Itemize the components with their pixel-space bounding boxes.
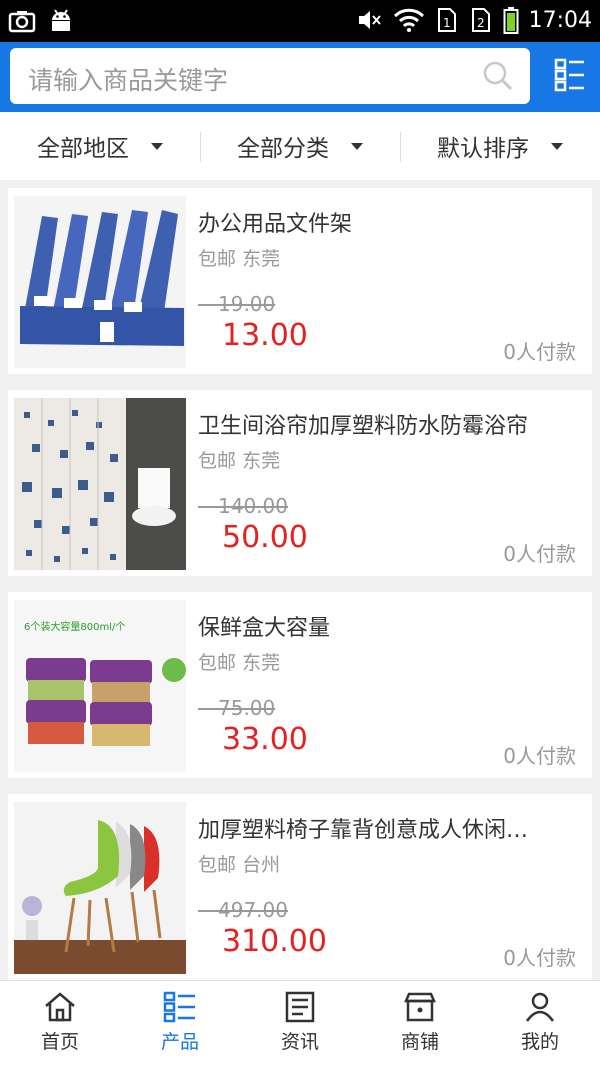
file-rack-image xyxy=(14,196,186,368)
product-title: 加厚塑料椅子靠背创意成人休闲… xyxy=(198,818,529,843)
filter-region-label: 全部地区 xyxy=(37,136,129,162)
filter-sort-label: 默认排序 xyxy=(437,136,529,162)
buyer-count: 0人付款 xyxy=(503,542,576,566)
buyer-count: 0人付款 xyxy=(503,340,576,364)
category-menu-icon[interactable] xyxy=(554,58,586,92)
tab-news[interactable]: 资讯 xyxy=(240,981,360,1068)
city-label: 东莞 xyxy=(242,450,281,472)
product-card[interactable]: 卫生间浴帘加厚塑料防水防霉浴帘 包邮 东莞 —140.00 50.00 0人付款 xyxy=(8,390,592,576)
battery-icon xyxy=(503,7,519,34)
home-icon xyxy=(45,992,75,1022)
tab-profile[interactable]: 我的 xyxy=(480,981,600,1068)
city-label: 东莞 xyxy=(242,248,281,270)
sale-price: 33.00 xyxy=(222,722,308,757)
sale-price: 13.00 xyxy=(222,318,308,353)
wifi-icon xyxy=(393,8,424,32)
mute-icon xyxy=(358,11,381,29)
product-image[interactable] xyxy=(14,196,186,368)
chairs-image xyxy=(14,802,186,974)
filter-region[interactable]: 全部地区 xyxy=(0,112,200,180)
screenshot-icon xyxy=(8,11,36,33)
news-icon xyxy=(285,991,315,1023)
shipping-label: 包邮 xyxy=(198,652,237,674)
original-price: —19.00 xyxy=(198,292,276,316)
product-image[interactable] xyxy=(14,398,186,570)
image-caption: 6个装大容量800ml/个 xyxy=(24,620,125,633)
product-title: 保鲜盒大容量 xyxy=(198,616,331,641)
caret-down-icon xyxy=(551,142,563,150)
sale-price: 310.00 xyxy=(222,924,327,959)
filter-bar: 全部地区 全部分类 默认排序 xyxy=(0,112,600,180)
status-bar: 1 2 17:04 xyxy=(0,0,600,42)
tab-products-label: 产品 xyxy=(160,1031,199,1053)
buyer-count: 0人付款 xyxy=(503,946,576,970)
search-placeholder: 请输入商品关键字 xyxy=(28,66,229,95)
shipping-label: 包邮 xyxy=(198,854,237,876)
product-title: 卫生间浴帘加厚塑料防水防霉浴帘 xyxy=(198,414,529,439)
city-label: 台州 xyxy=(242,854,281,876)
product-image[interactable]: 6个装大容量800ml/个 xyxy=(14,600,186,772)
shipping-label: 包邮 xyxy=(198,248,237,270)
shop-icon xyxy=(404,992,436,1022)
products-icon xyxy=(163,991,195,1023)
search-icon[interactable] xyxy=(482,60,514,92)
product-meta: 包邮 东莞 xyxy=(198,244,280,271)
buyer-count: 0人付款 xyxy=(503,744,576,768)
original-price: —497.00 xyxy=(198,898,288,922)
city-label: 东莞 xyxy=(242,652,281,674)
tab-home-label: 首页 xyxy=(40,1031,79,1053)
profile-icon xyxy=(525,992,555,1022)
tab-shop-label: 商铺 xyxy=(400,1031,439,1053)
app-bar: 请输入商品关键字 xyxy=(0,42,600,112)
svg-text:2: 2 xyxy=(477,16,485,30)
search-input[interactable]: 请输入商品关键字 xyxy=(10,48,530,104)
product-title: 办公用品文件架 xyxy=(198,212,353,237)
sim1-signal-icon: 1 xyxy=(437,8,456,32)
food-containers-image: 6个装大容量800ml/个 xyxy=(14,600,186,772)
original-price: —140.00 xyxy=(198,494,288,518)
product-image[interactable] xyxy=(14,802,186,974)
clock: 17:04 xyxy=(528,7,592,33)
filter-category[interactable]: 全部分类 xyxy=(200,112,400,180)
sim2-signal-icon: 2 xyxy=(471,8,490,32)
product-card[interactable]: 6个装大容量800ml/个 保鲜盒大容量 包邮 东莞 —75.00 33.00 … xyxy=(8,592,592,778)
bottom-tab-bar: 首页 产品 资讯 商铺 我的 xyxy=(0,980,600,1068)
shipping-label: 包邮 xyxy=(198,450,237,472)
tab-news-label: 资讯 xyxy=(280,1031,319,1053)
product-meta: 包邮 东莞 xyxy=(198,648,280,675)
shower-curtain-image xyxy=(14,398,186,570)
original-price: —75.00 xyxy=(198,696,276,720)
tab-products[interactable]: 产品 xyxy=(120,981,240,1068)
tab-home[interactable]: 首页 xyxy=(0,981,120,1068)
svg-text:1: 1 xyxy=(443,16,451,30)
product-card[interactable]: 办公用品文件架 包邮 东莞 —19.00 13.00 0人付款 xyxy=(8,188,592,374)
product-card[interactable]: 加厚塑料椅子靠背创意成人休闲… 包邮 台州 —497.00 310.00 0人付… xyxy=(8,794,592,980)
caret-down-icon xyxy=(151,142,163,150)
tab-profile-label: 我的 xyxy=(520,1031,559,1053)
filter-sort[interactable]: 默认排序 xyxy=(400,112,600,180)
android-icon xyxy=(52,9,70,31)
product-meta: 包邮 台州 xyxy=(198,850,280,877)
filter-category-label: 全部分类 xyxy=(237,136,329,162)
tab-shop[interactable]: 商铺 xyxy=(360,981,480,1068)
product-meta: 包邮 东莞 xyxy=(198,446,280,473)
sale-price: 50.00 xyxy=(222,520,308,555)
caret-down-icon xyxy=(351,142,363,150)
